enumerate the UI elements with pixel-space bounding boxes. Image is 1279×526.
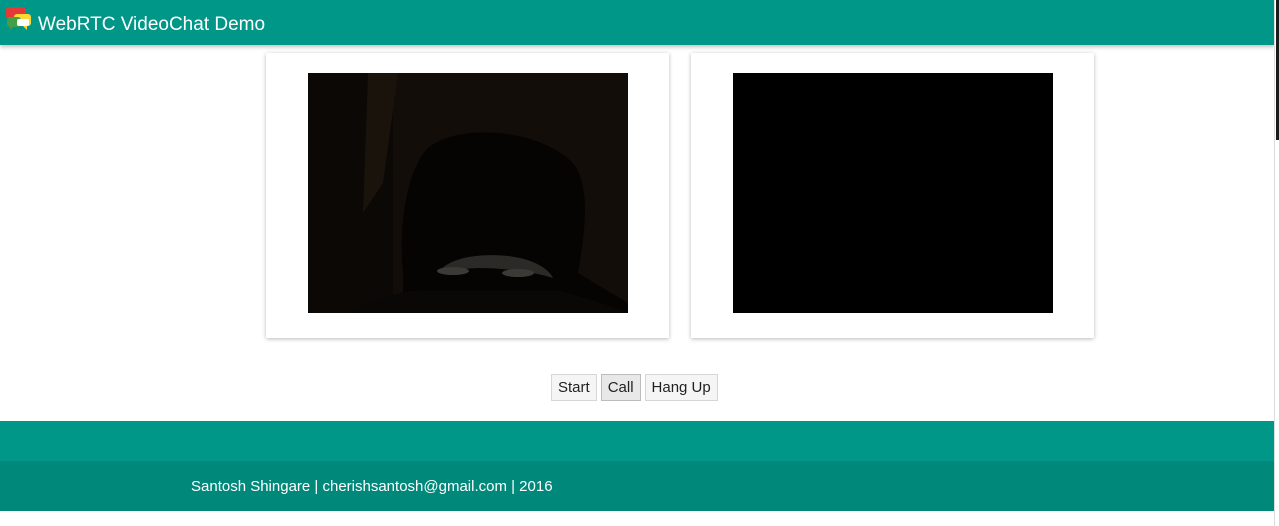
start-button[interactable]: Start [551, 374, 597, 401]
top-navbar: WebRTC VideoChat Demo [0, 0, 1275, 45]
hang-up-button[interactable]: Hang Up [644, 374, 718, 401]
local-video [308, 73, 628, 313]
footer-top-band [0, 421, 1275, 461]
remote-video [733, 73, 1053, 313]
footer-credit: Santosh Shingare | cherishsantosh@gmail.… [191, 478, 553, 495]
page: WebRTC VideoChat Demo Start Call Hang Up [0, 0, 1279, 526]
call-button[interactable]: Call [600, 374, 641, 401]
remote-video-card [691, 53, 1094, 338]
footer-copyright-bar: Santosh Shingare | cherishsantosh@gmail.… [0, 461, 1275, 511]
local-video-card [266, 53, 669, 338]
control-button-row: Start Call Hang Up [551, 374, 718, 401]
chat-bubbles-logo-icon [6, 7, 31, 30]
local-video-frame [308, 73, 628, 313]
app-title: WebRTC VideoChat Demo [38, 14, 266, 35]
